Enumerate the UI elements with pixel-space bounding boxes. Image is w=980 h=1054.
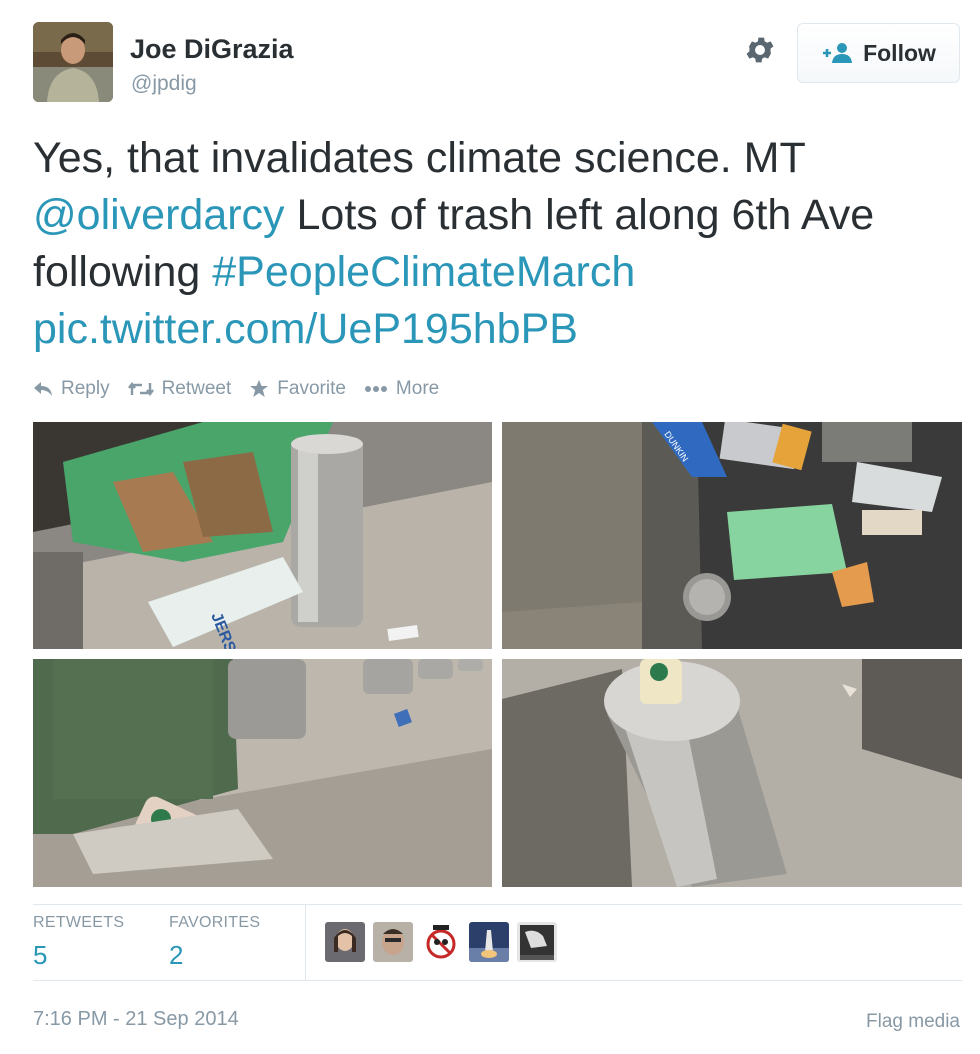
user-handle[interactable]: @jpdig [131, 72, 197, 96]
photo-2[interactable]: DUNKIN [502, 422, 962, 649]
user-avatar[interactable] [33, 22, 113, 102]
reply-label: Reply [61, 378, 110, 399]
favorites-stat[interactable]: FAVORITES 2 [169, 914, 260, 971]
favorites-label: FAVORITES [169, 914, 261, 931]
favoriter-avatar[interactable] [373, 922, 413, 962]
gear-icon[interactable] [743, 33, 777, 67]
favoriter-avatar[interactable] [325, 922, 365, 962]
photo-3[interactable] [33, 659, 492, 887]
mention-link[interactable]: @oliverdarcy [33, 191, 285, 239]
photo-4[interactable] [502, 659, 962, 887]
tweet-text-part-1: Yes, that invalidates climate science. M… [33, 134, 805, 182]
user-name[interactable]: Joe DiGrazia [130, 34, 294, 65]
favorites-count: 2 [169, 940, 184, 970]
retweet-button[interactable]: Retweet [127, 378, 232, 400]
flag-media-link[interactable]: Flag media [866, 1011, 960, 1033]
follow-label: Follow [863, 39, 936, 66]
retweets-label: RETWEETS [33, 914, 125, 931]
photo-grid: JERSEY SHORE DUNKIN [33, 422, 962, 887]
tweet-text: Yes, that invalidates climate science. M… [33, 130, 953, 358]
favoriter-avatar[interactable] [421, 922, 461, 962]
stats-separator [305, 905, 306, 980]
retweet-label: Retweet [161, 378, 232, 399]
retweet-icon [127, 382, 154, 396]
hashtag-link[interactable]: #PeopleClimateMarch [212, 248, 635, 296]
follow-button[interactable]: Follow [797, 23, 960, 83]
retweets-count: 5 [33, 940, 48, 970]
reply-button[interactable]: Reply [33, 378, 110, 400]
stats-bottom-divider [33, 980, 962, 981]
more-button[interactable]: More [364, 378, 439, 400]
favoriter-avatar[interactable] [517, 922, 557, 962]
tweet-actions: Reply Retweet Favorite More [33, 378, 457, 400]
more-label: More [395, 378, 440, 399]
favoriter-avatar[interactable] [469, 922, 509, 962]
tweet-timestamp[interactable]: 7:16 PM - 21 Sep 2014 [33, 1008, 239, 1031]
favorite-button[interactable]: Favorite [249, 378, 346, 400]
favoriter-avatars [325, 922, 557, 962]
favorite-label: Favorite [277, 378, 346, 399]
retweets-stat[interactable]: RETWEETS 5 [33, 914, 124, 971]
reply-icon [34, 382, 52, 396]
photo-1[interactable]: JERSEY SHORE [33, 422, 492, 649]
add-user-icon [823, 43, 853, 63]
more-dots-icon [364, 386, 387, 392]
pic-link[interactable]: pic.twitter.com/UeP195hbPB [33, 305, 578, 353]
stats-top-divider [33, 904, 962, 905]
star-icon [250, 380, 269, 397]
